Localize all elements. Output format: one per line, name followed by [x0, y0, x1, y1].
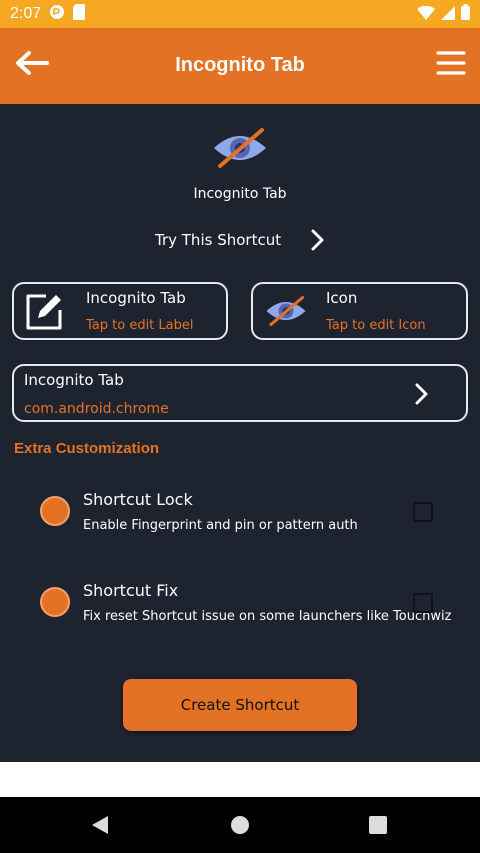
chevron-right-icon: [414, 382, 430, 406]
edit-label-card[interactable]: Incognito Tab Tap to edit Label: [12, 282, 228, 340]
nav-home-button[interactable]: [228, 813, 252, 837]
app-card-title: Incognito Tab: [24, 371, 124, 389]
extra-customization-heading: Extra Customization: [14, 440, 160, 457]
app-package-name: com.android.chrome: [24, 401, 169, 417]
edit-icon-card[interactable]: Icon Tap to edit Icon: [251, 282, 468, 340]
shortcut-fix-radio[interactable]: [40, 587, 70, 617]
menu-button[interactable]: [436, 50, 466, 78]
status-bar: 2:07: [0, 0, 480, 28]
notification-icon: [49, 4, 65, 24]
shortcut-lock-option: Shortcut Lock Enable Fingerprint and pin…: [0, 486, 480, 546]
target-app-card[interactable]: Incognito Tab com.android.chrome: [12, 364, 468, 422]
nav-back-button[interactable]: [88, 813, 112, 837]
create-shortcut-button[interactable]: Create Shortcut: [123, 679, 357, 731]
battery-icon: [461, 4, 470, 24]
triangle-back-icon: [92, 816, 108, 834]
incognito-eye-icon: [265, 294, 307, 328]
icon-card-subtitle: Tap to edit Icon: [326, 318, 426, 333]
square-recents-icon: [369, 816, 387, 834]
shortcut-lock-radio[interactable]: [40, 496, 70, 526]
shortcut-fix-title: Shortcut Fix: [83, 581, 179, 600]
system-nav-bar: [0, 797, 480, 853]
shortcut-lock-description: Enable Fingerprint and pin or pattern au…: [83, 518, 358, 533]
edit-pencil-icon: [24, 292, 66, 332]
page-title: Incognito Tab: [175, 54, 305, 76]
shortcut-fix-checkbox[interactable]: [413, 593, 433, 613]
signal-icon: [441, 5, 455, 24]
app-toolbar: Incognito Tab: [0, 28, 480, 104]
nav-recents-button[interactable]: [366, 813, 390, 837]
shortcut-name-label: Incognito Tab: [193, 186, 287, 202]
shortcut-lock-title: Shortcut Lock: [83, 490, 193, 509]
status-time: 2:07: [10, 5, 42, 22]
shortcut-fix-option: Shortcut Fix Fix reset Shortcut issue on…: [0, 577, 480, 637]
chevron-right-icon: [308, 228, 328, 252]
sd-card-icon: [73, 4, 86, 24]
try-shortcut-button[interactable]: Try This Shortcut: [150, 226, 330, 254]
circle-home-icon: [231, 816, 249, 834]
wifi-icon: [417, 5, 435, 24]
label-card-title: Incognito Tab: [86, 289, 186, 307]
bottom-banner-area: [0, 762, 480, 797]
try-shortcut-label: Try This Shortcut: [155, 231, 282, 249]
shortcut-lock-checkbox[interactable]: [413, 502, 433, 522]
incognito-eye-icon: [212, 126, 268, 170]
hamburger-menu-icon: [436, 51, 466, 75]
icon-card-title: Icon: [326, 289, 358, 307]
label-card-subtitle: Tap to edit Label: [86, 318, 194, 333]
shortcut-fix-description: Fix reset Shortcut issue on some launche…: [83, 609, 452, 624]
